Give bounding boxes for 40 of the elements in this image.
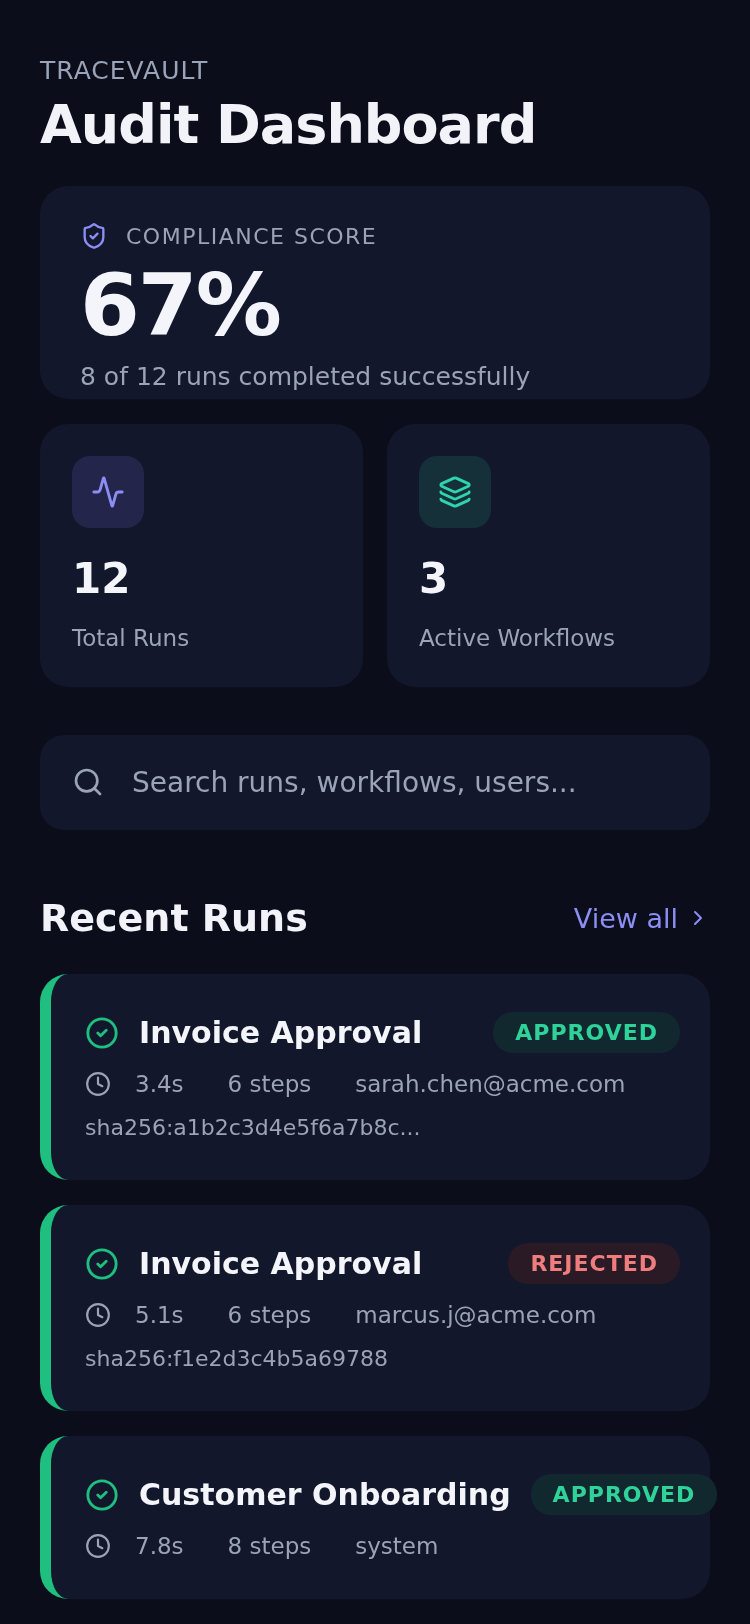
score-caption: 8 of 12 runs completed successfully [80, 362, 532, 391]
run-name: Invoice Approval [139, 1246, 424, 1281]
stat-value: 12 [72, 554, 132, 603]
app-name: TRACEVAULT [40, 56, 210, 85]
run-card[interactable]: Invoice Approval APPROVED 3.4s 6 steps sarah.chen@acme.com sha256:a1b2c3d4e5f6a7b8c... [40, 974, 710, 1180]
search-icon [72, 766, 104, 798]
stat-label: Active Workflows [419, 625, 617, 651]
stat-label: Total Runs [72, 625, 191, 651]
layers-icon [438, 475, 472, 509]
run-steps: 6 steps [227, 1302, 312, 1328]
run-card[interactable]: Invoice Approval REJECTED 5.1s 6 steps marcus.j@acme.com sha256:f1e2d3c4b5a69788 [40, 1205, 710, 1411]
run-duration: 3.4s [135, 1071, 184, 1097]
clock-icon [85, 1302, 111, 1328]
check-circle-icon [85, 1477, 119, 1512]
section-title: Recent Runs [40, 896, 308, 940]
run-hash: sha256:f1e2d3c4b5a69788 [85, 1346, 390, 1371]
run-steps: 6 steps [227, 1071, 312, 1097]
search-field[interactable]: Search runs, workflows, users... [40, 735, 710, 830]
clock-icon [85, 1071, 111, 1097]
status-badge: APPROVED [493, 1012, 680, 1053]
status-badge: REJECTED [508, 1243, 680, 1284]
run-steps: 8 steps [227, 1533, 312, 1559]
run-user: marcus.j@acme.com [355, 1302, 597, 1328]
run-duration: 5.1s [135, 1302, 184, 1328]
clock-icon [85, 1533, 111, 1559]
score-value: 67% [80, 262, 281, 348]
run-name: Invoice Approval [139, 1015, 424, 1050]
run-hash: sha256:a1b2c3d4e5f6a7b8c... [85, 1115, 422, 1140]
run-user: sarah.chen@acme.com [355, 1071, 626, 1097]
pulse-icon [91, 475, 125, 509]
stat-value: 3 [419, 554, 450, 603]
view-all-link[interactable]: View all [573, 902, 710, 934]
page-title: Audit Dashboard [40, 93, 538, 156]
check-circle-icon [85, 1015, 119, 1050]
score-label: COMPLIANCE SCORE [126, 223, 378, 249]
check-circle-icon [85, 1246, 119, 1281]
run-name: Customer Onboarding [139, 1477, 511, 1512]
run-duration: 7.8s [135, 1533, 184, 1559]
run-user: system [355, 1533, 439, 1559]
status-badge: APPROVED [530, 1474, 718, 1515]
